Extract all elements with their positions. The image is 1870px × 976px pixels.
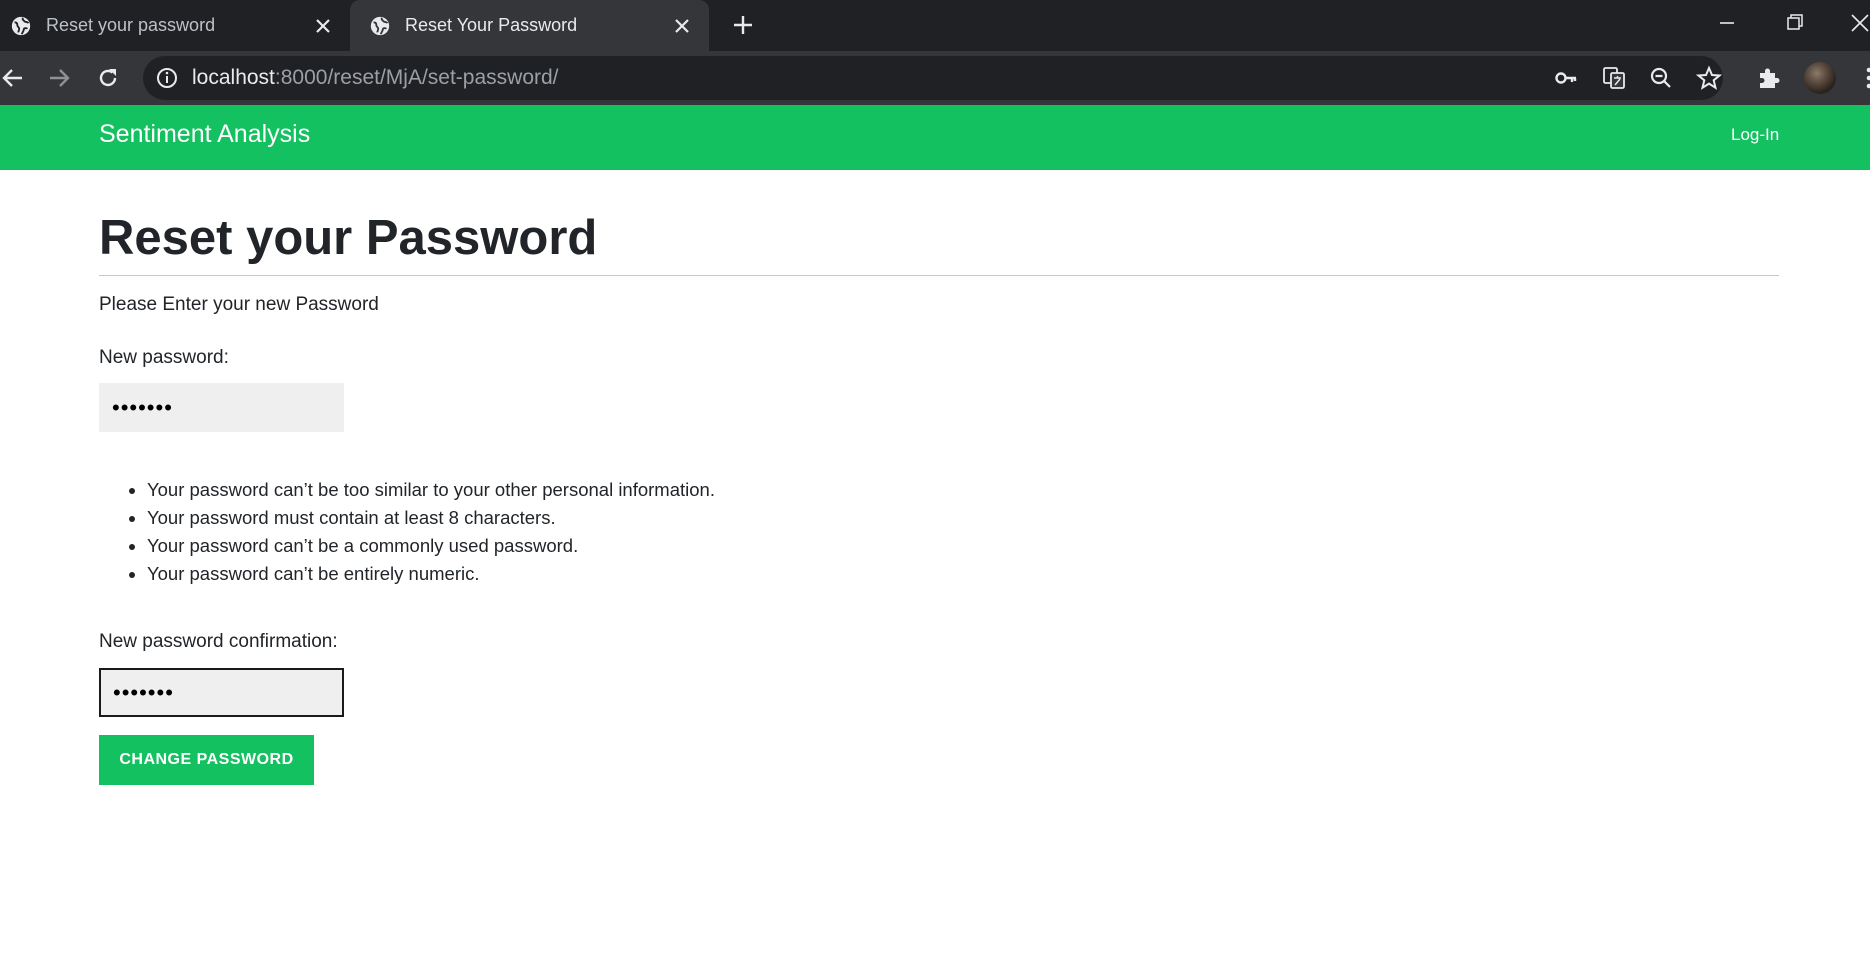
tab-title: Reset your password xyxy=(46,15,216,35)
extensions-icon[interactable] xyxy=(1756,65,1782,91)
new-password-label: New password: xyxy=(99,347,229,368)
login-link[interactable]: Log-In xyxy=(1731,125,1779,145)
tab-reset-your-password[interactable]: Reset your password xyxy=(0,0,350,51)
tab-reset-your-password-active[interactable]: Reset Your Password xyxy=(350,0,709,51)
close-icon[interactable] xyxy=(673,17,691,35)
page-title: Reset your Password xyxy=(99,211,598,265)
change-password-button[interactable]: CHANGE PASSWORD xyxy=(99,735,314,785)
close-icon[interactable] xyxy=(314,17,332,35)
password-rules-list: Your password can’t be too similar to yo… xyxy=(99,476,715,588)
new-tab-icon[interactable] xyxy=(730,12,756,38)
minimize-icon[interactable] xyxy=(1712,10,1742,36)
restore-icon[interactable] xyxy=(1780,10,1810,36)
translate-icon[interactable] xyxy=(1601,65,1627,91)
list-item: Your password can’t be entirely numeric. xyxy=(147,560,715,588)
back-icon[interactable] xyxy=(0,65,26,91)
url-text[interactable]: localhost:8000/reset/MjA/set-password/ xyxy=(192,65,559,91)
close-window-icon[interactable] xyxy=(1845,10,1870,36)
globe-icon xyxy=(370,16,390,35)
key-icon[interactable] xyxy=(1553,65,1579,91)
forward-icon[interactable] xyxy=(46,65,72,91)
list-item: Your password can’t be a commonly used p… xyxy=(147,532,715,560)
list-item: Your password can’t be too similar to yo… xyxy=(147,476,715,504)
confirm-password-label: New password confirmation: xyxy=(99,631,338,652)
profile-avatar[interactable] xyxy=(1804,62,1836,94)
menu-icon[interactable] xyxy=(1856,65,1870,91)
url-path: :8000/reset/MjA/set-password/ xyxy=(274,66,559,89)
title-divider xyxy=(99,275,1779,276)
star-icon[interactable] xyxy=(1696,65,1722,91)
globe-icon xyxy=(11,16,31,35)
brand-logo[interactable]: Sentiment Analysis xyxy=(99,120,310,149)
list-item: Your password must contain at least 8 ch… xyxy=(147,504,715,532)
confirm-password-field[interactable] xyxy=(99,668,344,717)
tab-strip: Reset your password Reset Your Password xyxy=(0,0,1870,51)
intro-text: Please Enter your new Password xyxy=(99,294,379,315)
zoom-out-icon[interactable] xyxy=(1648,65,1674,91)
tab-title: Reset Your Password xyxy=(405,15,578,35)
reload-icon[interactable] xyxy=(95,65,121,91)
info-icon[interactable] xyxy=(156,67,178,89)
new-password-field[interactable] xyxy=(99,383,344,432)
url-host: localhost xyxy=(192,66,275,89)
